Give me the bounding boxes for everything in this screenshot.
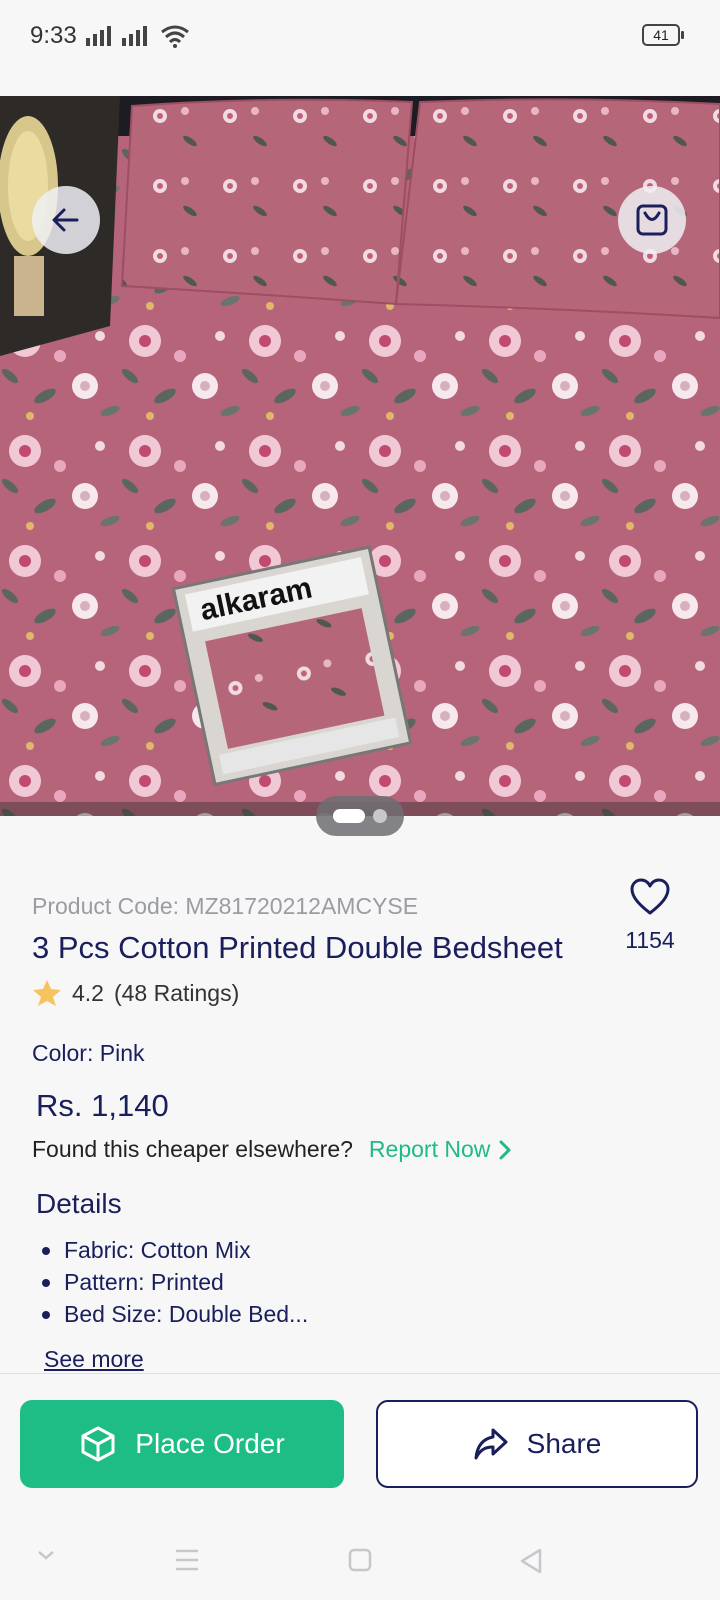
color-info: Color: Pink <box>32 1040 145 1067</box>
system-nav-bar <box>0 1520 720 1600</box>
battery-indicator: 41 <box>642 24 684 46</box>
shopping-bag-icon <box>636 204 668 236</box>
divider <box>0 1373 720 1374</box>
rating-value: 4.2 <box>72 979 104 1006</box>
box-icon <box>81 1426 115 1462</box>
product-image-carousel[interactable]: alkaram <box>0 96 720 816</box>
status-time: 9:33 <box>30 22 77 49</box>
signal-icon <box>86 26 147 46</box>
share-label: Share <box>526 1428 602 1459</box>
cheaper-question: Found this cheaper elsewhere? <box>32 1136 353 1162</box>
heart-icon <box>630 878 670 915</box>
favorite-count: 1154 <box>625 927 675 953</box>
product-code: Product Code: MZ81720212AMCYSE <box>32 893 418 920</box>
product-code-value: MZ81720212AMCYSE <box>185 893 419 919</box>
product-image: alkaram <box>0 96 720 816</box>
detail-item: Fabric: Cotton Mix <box>36 1234 308 1266</box>
carousel-indicator <box>316 796 404 836</box>
rating-summary[interactable]: 4.2 (48 Ratings) <box>32 978 239 1008</box>
nav-collapse-icon[interactable] <box>36 1548 56 1562</box>
details-heading: Details <box>36 1188 122 1219</box>
report-cheaper-row: Found this cheaper elsewhere? Report Now <box>32 1136 512 1163</box>
back-button[interactable] <box>32 186 100 254</box>
wifi-icon <box>161 25 189 48</box>
details-list: Fabric: Cotton Mix Pattern: Printed Bed … <box>36 1234 308 1330</box>
color-label: Color: <box>32 1040 94 1066</box>
back-arrow-icon <box>52 208 79 232</box>
carousel-dot-active <box>333 809 365 823</box>
star-icon <box>33 980 61 1006</box>
place-order-label: Place Order <box>135 1428 285 1459</box>
favorite-button[interactable]: 1154 <box>620 878 680 954</box>
share-button[interactable]: Share <box>376 1400 698 1488</box>
product-price: Rs. 1,140 <box>36 1088 169 1123</box>
detail-item: Pattern: Printed <box>36 1266 308 1298</box>
share-icon <box>474 1428 508 1460</box>
nav-menu-icon[interactable] <box>174 1548 200 1572</box>
detail-item: Bed Size: Double Bed... <box>36 1298 308 1330</box>
report-now-label: Report Now <box>368 1136 491 1162</box>
report-now-link[interactable]: Report Now <box>369 1136 512 1163</box>
cart-button[interactable] <box>618 186 686 254</box>
place-order-button[interactable]: Place Order <box>20 1400 344 1488</box>
nav-home-icon[interactable] <box>348 1548 372 1572</box>
carousel-dot <box>373 809 387 823</box>
product-title: 3 Pcs Cotton Printed Double Bedsheet <box>32 930 563 965</box>
nav-back-icon[interactable] <box>518 1548 544 1574</box>
see-more-link[interactable]: See more <box>44 1346 144 1373</box>
ratings-count: (48 Ratings) <box>113 979 240 1006</box>
color-value: Pink <box>99 1040 145 1066</box>
chevron-right-icon <box>499 1140 511 1159</box>
status-bar: 9:33 41 <box>0 0 720 72</box>
product-code-label: Product Code: <box>32 893 186 919</box>
